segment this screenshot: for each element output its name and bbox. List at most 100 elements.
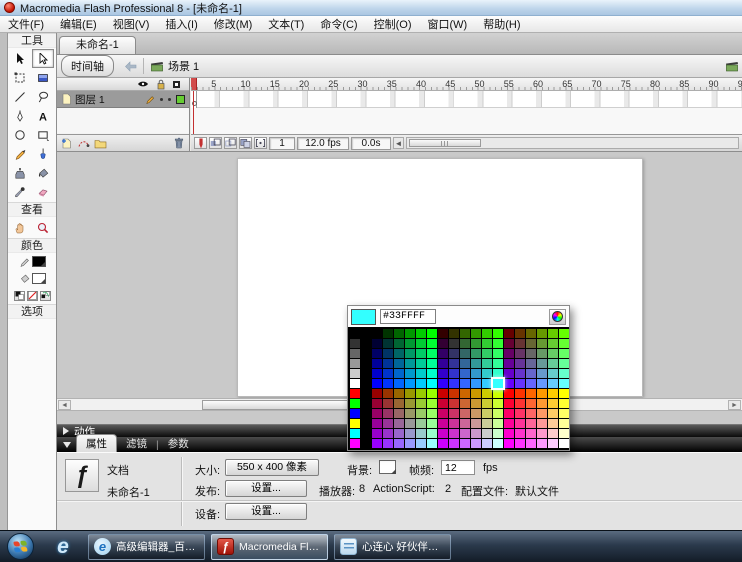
tool-selection[interactable] (9, 49, 31, 68)
palette-swatch[interactable] (438, 379, 448, 388)
palette-swatch[interactable] (526, 329, 536, 338)
palette-swatch[interactable] (482, 399, 492, 408)
palette-swatch[interactable] (548, 389, 558, 398)
palette-swatch[interactable] (394, 349, 404, 358)
palette-swatch[interactable] (383, 329, 393, 338)
palette-swatch[interactable] (526, 439, 536, 448)
palette-swatch[interactable] (515, 429, 525, 438)
palette-swatch[interactable] (449, 429, 459, 438)
palette-swatch[interactable] (427, 419, 437, 428)
palette-swatch[interactable] (537, 369, 547, 378)
taskbar-task-browser[interactable]: e 高级编辑器_百度... (88, 533, 205, 560)
timeline-scrollbar[interactable] (406, 137, 739, 149)
palette-swatch[interactable] (405, 329, 415, 338)
menu-help[interactable]: 帮助(H) (475, 15, 528, 33)
palette-swatch[interactable] (361, 369, 371, 378)
palette-swatch[interactable] (482, 409, 492, 418)
add-motion-guide-icon[interactable] (77, 137, 90, 149)
palette-swatch[interactable] (515, 379, 525, 388)
palette-swatch[interactable] (405, 349, 415, 358)
stage-scroll-left-arrow[interactable]: ◄ (58, 400, 71, 410)
palette-swatch[interactable] (493, 399, 503, 408)
palette-swatch[interactable] (405, 399, 415, 408)
palette-swatch[interactable] (427, 389, 437, 398)
palette-swatch[interactable] (361, 419, 371, 428)
profile-value[interactable]: 默认文件 (515, 483, 559, 499)
palette-swatch[interactable] (405, 439, 415, 448)
palette-swatch[interactable] (405, 419, 415, 428)
tool-line[interactable] (9, 87, 31, 106)
tab-properties[interactable]: 属性 (76, 434, 117, 452)
palette-swatch[interactable] (548, 329, 558, 338)
palette-swatch[interactable] (350, 379, 360, 388)
modify-onion-markers-icon[interactable] (254, 137, 267, 149)
tool-text[interactable]: A (32, 106, 54, 125)
palette-swatch[interactable] (460, 329, 470, 338)
palette-swatch[interactable] (559, 399, 569, 408)
palette-swatch[interactable] (449, 439, 459, 448)
palette-swatch[interactable] (449, 339, 459, 348)
palette-swatch[interactable] (504, 389, 514, 398)
timeline-scroll-left-arrow[interactable]: ◄ (393, 137, 404, 149)
palette-swatch[interactable] (504, 329, 514, 338)
tab-filters[interactable]: 滤镜 (117, 435, 156, 452)
tool-rectangle[interactable] (32, 125, 54, 144)
palette-swatch[interactable] (394, 369, 404, 378)
palette-swatch[interactable] (482, 369, 492, 378)
palette-swatch[interactable] (471, 399, 481, 408)
palette-swatch[interactable] (548, 349, 558, 358)
tool-hand[interactable] (9, 218, 31, 237)
palette-swatch[interactable] (515, 369, 525, 378)
palette-swatch[interactable] (372, 349, 382, 358)
palette-swatch[interactable] (493, 389, 503, 398)
background-color-swatch[interactable] (379, 460, 396, 474)
palette-swatch[interactable] (559, 359, 569, 368)
palette-swatch[interactable] (438, 439, 448, 448)
palette-swatch[interactable] (471, 439, 481, 448)
palette-swatch[interactable] (460, 369, 470, 378)
palette-swatch[interactable] (548, 429, 558, 438)
menu-edit[interactable]: 编辑(E) (52, 15, 105, 33)
palette-swatch[interactable] (526, 399, 536, 408)
palette-swatch[interactable] (504, 359, 514, 368)
palette-swatch[interactable] (394, 329, 404, 338)
palette-swatch[interactable] (559, 419, 569, 428)
palette-swatch[interactable] (482, 419, 492, 428)
palette-swatch[interactable] (537, 439, 547, 448)
palette-swatch[interactable] (460, 409, 470, 418)
palette-swatch[interactable] (493, 339, 503, 348)
menu-text[interactable]: 文本(T) (260, 15, 312, 33)
palette-swatch[interactable] (559, 429, 569, 438)
palette-swatch[interactable] (438, 419, 448, 428)
palette-swatch[interactable] (416, 369, 426, 378)
taskbar-task-chat[interactable]: 心连心 好伙伴等2... (334, 533, 451, 560)
scene-name[interactable]: 场景 1 (168, 58, 199, 74)
palette-swatch[interactable] (383, 359, 393, 368)
frame-rate-indicator[interactable]: 12.0 fps (297, 136, 349, 150)
palette-swatch[interactable] (394, 339, 404, 348)
insert-layer-folder-icon[interactable] (94, 138, 107, 149)
edit-scene-icon[interactable] (725, 60, 739, 72)
tool-lasso[interactable] (32, 87, 54, 106)
palette-swatch[interactable] (471, 419, 481, 428)
palette-swatch[interactable] (559, 439, 569, 448)
palette-swatch[interactable] (372, 389, 382, 398)
palette-swatch[interactable] (526, 419, 536, 428)
palette-swatch[interactable] (460, 379, 470, 388)
layer-lock-dot[interactable] (168, 97, 171, 101)
publish-settings-button[interactable]: 设置... (225, 480, 307, 497)
palette-swatch[interactable] (537, 429, 547, 438)
palette-swatch[interactable] (361, 409, 371, 418)
palette-swatch[interactable] (537, 379, 547, 388)
palette-swatch[interactable] (383, 379, 393, 388)
palette-swatch[interactable] (416, 439, 426, 448)
palette-swatch[interactable] (416, 429, 426, 438)
palette-swatch[interactable] (383, 339, 393, 348)
palette-swatch[interactable] (482, 379, 492, 388)
palette-swatch[interactable] (460, 419, 470, 428)
palette-swatch[interactable] (361, 329, 371, 338)
palette-swatch[interactable] (504, 349, 514, 358)
palette-swatch[interactable] (504, 369, 514, 378)
stage-scroll-right-arrow[interactable]: ► (728, 400, 741, 410)
palette-swatch[interactable] (350, 419, 360, 428)
